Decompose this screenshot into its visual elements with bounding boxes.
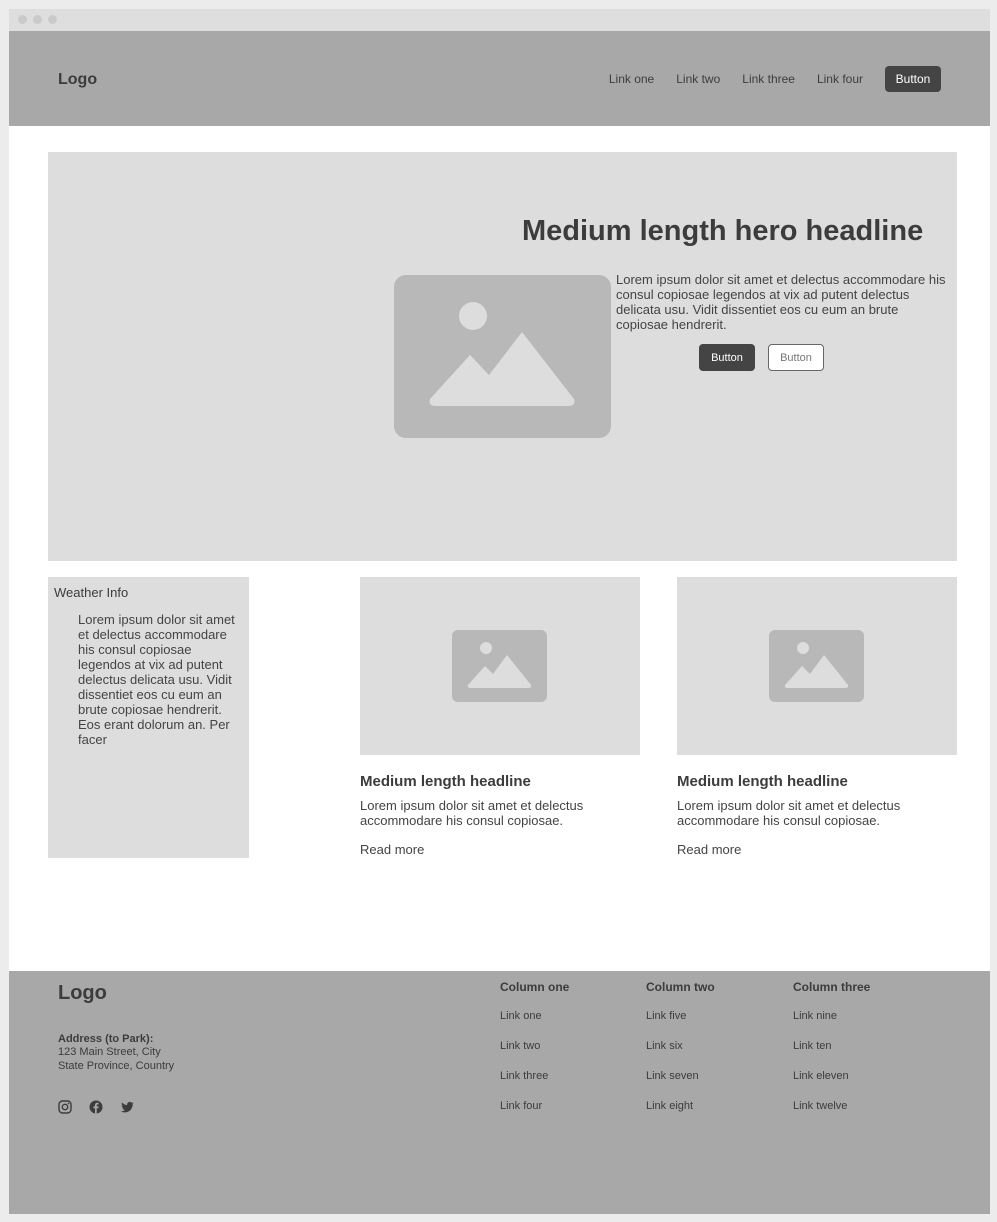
footer-social-icons: [58, 1100, 151, 1114]
footer-link[interactable]: Link five: [646, 1010, 715, 1032]
facebook-icon[interactable]: [89, 1100, 103, 1114]
card-read-more-link[interactable]: Read more: [360, 842, 640, 857]
hero-image-placeholder: [394, 275, 611, 438]
footer-link[interactable]: Link two: [500, 1040, 569, 1062]
footer-address-line2: State Province, Country: [58, 1060, 175, 1072]
footer-link[interactable]: Link seven: [646, 1070, 715, 1092]
footer-column-title: Column one: [500, 980, 570, 994]
instagram-icon[interactable]: [58, 1100, 72, 1114]
footer-column-title: Column three: [793, 980, 871, 994]
card-headline: Medium length headline: [360, 773, 531, 790]
footer-column-title: Column two: [646, 980, 715, 994]
footer-link[interactable]: Link six: [646, 1040, 715, 1062]
browser-window: Logo Link one Link two Link three Link f…: [9, 9, 990, 1214]
footer-link[interactable]: Link nine: [793, 1010, 870, 1032]
card-image-placeholder: [360, 577, 640, 755]
card-headline: Medium length headline: [677, 773, 848, 790]
nav-links: Link one Link two Link three Link four B…: [609, 66, 941, 92]
weather-info-text: Lorem ipsum dolor sit amet et delectus a…: [78, 612, 235, 747]
hero-body-text: Lorem ipsum dolor sit amet et delectus a…: [616, 272, 946, 332]
nav-button[interactable]: Button: [885, 66, 941, 92]
footer-link[interactable]: Link one: [500, 1010, 569, 1032]
footer-logo[interactable]: Logo: [58, 982, 107, 1005]
hero-primary-button[interactable]: Button: [699, 344, 755, 371]
nav-link-three[interactable]: Link three: [742, 72, 795, 86]
feature-card: Medium length headline Lorem ipsum dolor…: [677, 577, 957, 857]
window-maximize-dot[interactable]: [48, 15, 57, 24]
feature-card: Medium length headline Lorem ipsum dolor…: [360, 577, 640, 857]
image-placeholder-icon: [429, 302, 575, 406]
window-close-dot[interactable]: [18, 15, 27, 24]
card-image-placeholder: [677, 577, 957, 755]
card-read-more-link[interactable]: Read more: [677, 842, 957, 857]
footer-address-line1: 123 Main Street, City: [58, 1046, 161, 1058]
weather-info-title: Weather Info: [54, 585, 129, 600]
card-text: Lorem ipsum dolor sit amet et delectus a…: [677, 798, 901, 828]
hero-secondary-button[interactable]: Button: [768, 344, 824, 371]
window-titlebar: [9, 9, 990, 31]
footer-address-label: Address (to Park):: [58, 1033, 154, 1045]
navbar: Logo Link one Link two Link three Link f…: [9, 31, 990, 126]
image-placeholder-icon: [769, 630, 864, 702]
footer-link[interactable]: Link four: [500, 1100, 569, 1122]
nav-link-one[interactable]: Link one: [609, 72, 654, 86]
footer-column-two: Column two Link five Link six Link seven…: [646, 980, 715, 1122]
footer-column-three: Column three Link nine Link ten Link ele…: [793, 980, 870, 1122]
footer-column-one: Column one Link one Link two Link three …: [500, 980, 569, 1122]
card-text: Lorem ipsum dolor sit amet et delectus a…: [360, 798, 584, 828]
nav-link-two[interactable]: Link two: [676, 72, 720, 86]
twitter-icon[interactable]: [120, 1100, 134, 1114]
footer-link[interactable]: Link three: [500, 1070, 569, 1092]
hero-headline: Medium length hero headline: [522, 215, 924, 247]
footer-link[interactable]: Link eleven: [793, 1070, 870, 1092]
window-minimize-dot[interactable]: [33, 15, 42, 24]
nav-link-four[interactable]: Link four: [817, 72, 863, 86]
footer-link[interactable]: Link eight: [646, 1100, 715, 1122]
hero-section: Medium length hero headline Lorem ipsum …: [48, 152, 957, 561]
footer-link[interactable]: Link ten: [793, 1040, 870, 1062]
nav-logo[interactable]: Logo: [58, 71, 97, 89]
footer-link[interactable]: Link twelve: [793, 1100, 870, 1122]
image-placeholder-icon: [452, 630, 547, 702]
weather-info-panel: Weather Info Lorem ipsum dolor sit amet …: [48, 577, 249, 858]
footer: Logo Address (to Park): 123 Main Street,…: [9, 971, 990, 1214]
